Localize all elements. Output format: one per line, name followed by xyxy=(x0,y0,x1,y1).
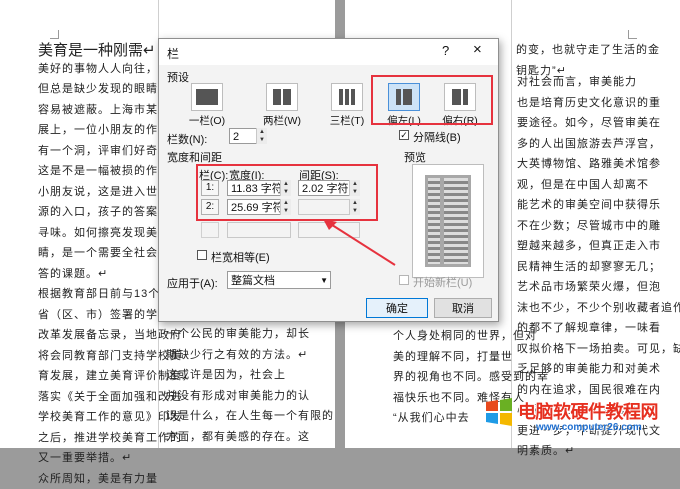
equal-width-label: 栏宽相等(E) xyxy=(211,249,270,265)
preview-label: 预览 xyxy=(404,149,426,165)
text-line: 期缺少行之有效的方法。↵ xyxy=(166,345,331,366)
text-line: 不在少数；尽管城市中的雕 xyxy=(517,216,637,237)
text-line: 个人身处桐同的世界，但对 xyxy=(393,326,508,347)
text-line: 寻味。如何擦亮发现美的眼 xyxy=(38,223,156,244)
text-line: 众所周知，美是有力量 xyxy=(38,469,156,489)
text-line: 钥匙力”↵ xyxy=(516,61,656,82)
separator-checkbox[interactable]: ✓ xyxy=(399,130,409,140)
text-line: 育发展，建立美育评价制度， xyxy=(38,366,156,387)
text-line: 大英博物馆、路雅美术馆参 xyxy=(517,154,637,175)
three-columns-icon xyxy=(331,83,363,111)
new-column-label: 开始新栏(U) xyxy=(413,274,472,290)
preset-label: 一栏(O) xyxy=(183,113,231,128)
text-line: 民精神生活的却寥寥无几； xyxy=(517,257,637,278)
text-line: 睛，是一个需要全社会去回 xyxy=(38,243,156,264)
text-line: 美的理解不同，打量世 xyxy=(393,347,508,368)
one-column-icon xyxy=(191,83,223,111)
apply-to-value: 整篇文档 xyxy=(231,275,275,287)
text-line: 艺术品市场繁荣火爆，但泡 xyxy=(517,277,637,298)
text-line: 落实《关于全面加强和改进 xyxy=(38,387,156,408)
annotation-arrow xyxy=(319,219,399,269)
page-corner-mark xyxy=(628,30,637,39)
preview-pane xyxy=(412,164,484,278)
width-input-3 xyxy=(227,222,291,238)
ok-button[interactable]: 确定 xyxy=(366,298,428,318)
column-index-disabled xyxy=(201,222,219,238)
chevron-down-icon: ▼ xyxy=(320,272,328,290)
highlight-box-width-spacing xyxy=(196,164,378,221)
text-line: 叹拟价格下一场拍卖。可见，缺 xyxy=(517,339,637,360)
text-line: 又一重要举措。↵ xyxy=(38,448,156,469)
text-line: 沫也不少，不少个别收藏者追作 xyxy=(517,298,637,319)
text-line: 但总是缺少发现的眼睛，它也 xyxy=(38,79,156,100)
text-line: 的内在追求，国民很难在内 xyxy=(517,380,637,401)
help-button[interactable]: ? xyxy=(442,43,449,58)
text-line: 要途径。如今，尽管审美在 xyxy=(517,113,637,134)
highlight-box-presets xyxy=(371,75,493,125)
text-line: 这或许是因为，社会上 xyxy=(166,365,331,386)
windows-logo-icon xyxy=(485,398,513,426)
apply-to-select[interactable]: 整篇文档 ▼ xyxy=(227,271,331,289)
text-line: 有一个洞，评审们好奇地问， xyxy=(38,141,156,162)
preset-two-columns[interactable]: 两栏(W) xyxy=(264,83,300,128)
text-line: 根据教育部日前与13个 xyxy=(38,284,156,305)
text-line: 多的人出国旅游去芦浮宫， xyxy=(517,134,637,155)
right-column-2-top: 的变，也就守走了生活的金 钥匙力”↵ xyxy=(516,40,656,81)
two-columns-icon xyxy=(266,83,298,111)
text-line: 识是什么，在人生每一个有限的 xyxy=(166,406,331,427)
apply-to-label: 应用于(A): xyxy=(167,275,218,291)
watermark-title: 电脑软硬件教程网 xyxy=(518,398,658,424)
text-line: 展上，一位小朋友的作品上 xyxy=(38,120,156,141)
text-line: 的都不了解规章律，一味看 xyxy=(517,318,637,339)
text-line: 塑越来越多，但真正走入市 xyxy=(517,236,637,257)
text-line: 的变，也就守走了生活的金 xyxy=(516,40,656,61)
preset-label: 两栏(W) xyxy=(258,113,306,128)
preset-three-columns[interactable]: 三栏(T) xyxy=(329,83,365,128)
left-column-2-bottom: 一个公民的审美能力，却长期缺少行之有效的方法。↵ 这或许是因为，社会上并没有形成… xyxy=(166,324,331,447)
equal-width-checkbox[interactable] xyxy=(197,250,207,260)
dialog-titlebar: 栏 ? × xyxy=(159,39,498,65)
text-line: 之后，推进学校美育工作的 xyxy=(38,428,156,449)
dialog-title: 栏 xyxy=(167,45,179,62)
text-line: 并没有形成对审美能力的认 xyxy=(166,386,331,407)
text-line: 美好的事物人人向往， xyxy=(38,59,156,80)
close-button[interactable]: × xyxy=(473,41,482,58)
text-line: 界的视角也不同。感受到的幸 xyxy=(393,367,508,388)
cancel-button[interactable]: 取消 xyxy=(434,298,492,318)
preview-column-right xyxy=(444,178,468,264)
separator-label: 分隔线(B) xyxy=(413,129,461,145)
text-line: 答的课题。↵ xyxy=(38,264,156,285)
num-columns-spinner[interactable]: ▲▼ xyxy=(256,128,267,144)
watermark-url: www.computer26.com xyxy=(536,422,642,433)
text-line: 观，但是在中国人却离不 xyxy=(517,175,637,196)
text-line: 乏足够的审美能力和对美术 xyxy=(517,359,637,380)
text-line: 小朋友说，这是进入世外桃 xyxy=(38,182,156,203)
text-line: 方面，都有美感的存在。这 xyxy=(166,427,331,448)
text-line: 能艺术的审美空间中获得乐 xyxy=(517,195,637,216)
text-line: 学校美育工作的意见》印发 xyxy=(38,407,156,428)
text-line: 一个公民的审美能力，却长 xyxy=(166,324,331,345)
preset-label: 三栏(T) xyxy=(323,113,371,128)
text-line: 容易被遮蔽。上海市某儿童画 xyxy=(38,100,156,121)
text-line: 将会同教育部门支持学校美 xyxy=(38,346,156,367)
text-line: 源的入口，孩子的答案，耐人 xyxy=(38,202,156,223)
columns-dialog: 栏 ? × 预设 一栏(O) 两栏(W) 三栏(T) 偏左(L) 偏右(R) 栏… xyxy=(158,38,499,322)
preview-page xyxy=(425,175,471,267)
text-line: 改革发展备忘录，当地政府 xyxy=(38,325,156,346)
text-line: 明素质。↵ xyxy=(517,441,637,462)
num-columns-label: 栏数(N): xyxy=(167,131,207,147)
text-line: 省（区、市）签署的学校美育 xyxy=(38,305,156,326)
presets-label: 预设 xyxy=(167,69,189,85)
text-line: 这是不是一幅被损的作品。 xyxy=(38,161,156,182)
new-column-checkbox xyxy=(399,275,409,285)
left-column-1: 美育是一种刚需↵美好的事物人人向往，但总是缺少发现的眼睛，它也容易被遮蔽。上海市… xyxy=(38,38,156,489)
width-spacing-label: 宽度和间距 xyxy=(167,149,222,165)
preview-column-left xyxy=(428,178,440,264)
document-heading: 美育是一种刚需↵ xyxy=(38,38,156,59)
preset-one-column[interactable]: 一栏(O) xyxy=(189,83,225,128)
text-line: 也是培育历史文化意识的重 xyxy=(517,93,637,114)
